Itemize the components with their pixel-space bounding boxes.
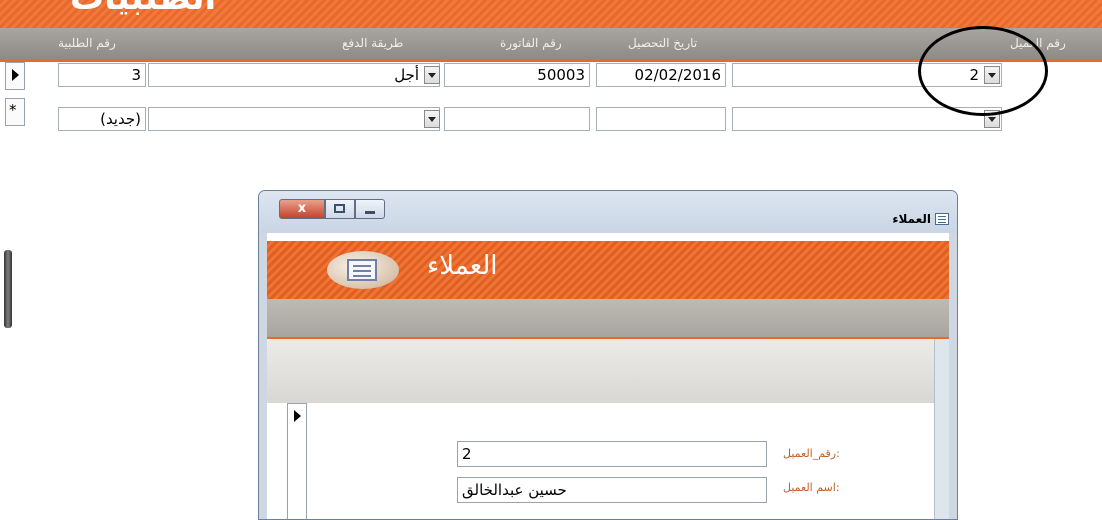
column-header-payment-method[interactable]: طريقة الدفع — [342, 36, 403, 50]
invoice-no-cell[interactable] — [444, 107, 590, 131]
column-header-invoice-no[interactable]: رقم الفاتورة — [500, 36, 562, 50]
current-record-icon — [294, 410, 301, 422]
form-icon — [935, 213, 949, 225]
payment-method-dropdown-button[interactable] — [424, 110, 440, 128]
maximize-button[interactable] — [325, 199, 355, 219]
dialog-content: العملاء 2 رقم_العميل: حسين عبدالخالق اسم… — [267, 233, 949, 519]
customer-name-field[interactable]: حسين عبدالخالق — [457, 477, 767, 503]
customer-no-label: رقم_العميل: — [783, 447, 840, 460]
form-section-band — [267, 339, 949, 403]
form-header-divider — [267, 299, 949, 339]
dialog-title: العملاء — [892, 212, 931, 226]
customer-name-label: اسم العميل: — [783, 481, 840, 494]
minimize-icon — [365, 211, 375, 214]
order-no-cell[interactable]: 3 — [58, 63, 146, 87]
splitter-handle[interactable] — [4, 250, 12, 328]
payment-method-value: أجل — [394, 66, 419, 84]
payment-method-dropdown-button[interactable] — [424, 66, 440, 84]
order-no-cell[interactable]: (جديد) — [58, 107, 146, 131]
maximize-icon — [334, 204, 345, 213]
customer-no-field[interactable]: 2 — [457, 441, 767, 467]
form-icon — [347, 259, 377, 281]
column-header-order-no[interactable]: رقم الطلبية — [58, 36, 116, 50]
invoice-no-cell[interactable]: 50003 — [444, 63, 590, 87]
annotation-circle — [918, 26, 1048, 116]
form-banner: الطلبيات — [0, 0, 1102, 28]
collection-date-cell[interactable]: 02/02/2016 — [596, 63, 726, 87]
form-header: العملاء — [267, 241, 949, 299]
form-title: الطلبيات — [70, 0, 216, 18]
payment-method-cell[interactable]: أجل — [148, 63, 440, 87]
payment-method-cell[interactable] — [148, 107, 440, 131]
dialog-titlebar[interactable]: x العملاء — [259, 191, 957, 233]
customers-dialog: x العملاء العملاء 2 رقم_العميل: حسين عبد… — [258, 190, 958, 520]
collection-date-cell[interactable] — [596, 107, 726, 131]
table-row: (جديد) — [0, 104, 1102, 132]
record-selector[interactable] — [287, 403, 307, 519]
form-header-title: العملاء — [427, 251, 498, 281]
column-header-collection-date[interactable]: تاريخ التحصيل — [628, 36, 697, 50]
vertical-scrollbar[interactable] — [934, 339, 949, 519]
form-logo — [327, 251, 399, 289]
minimize-button[interactable] — [355, 199, 385, 219]
close-button[interactable]: x — [279, 199, 325, 219]
